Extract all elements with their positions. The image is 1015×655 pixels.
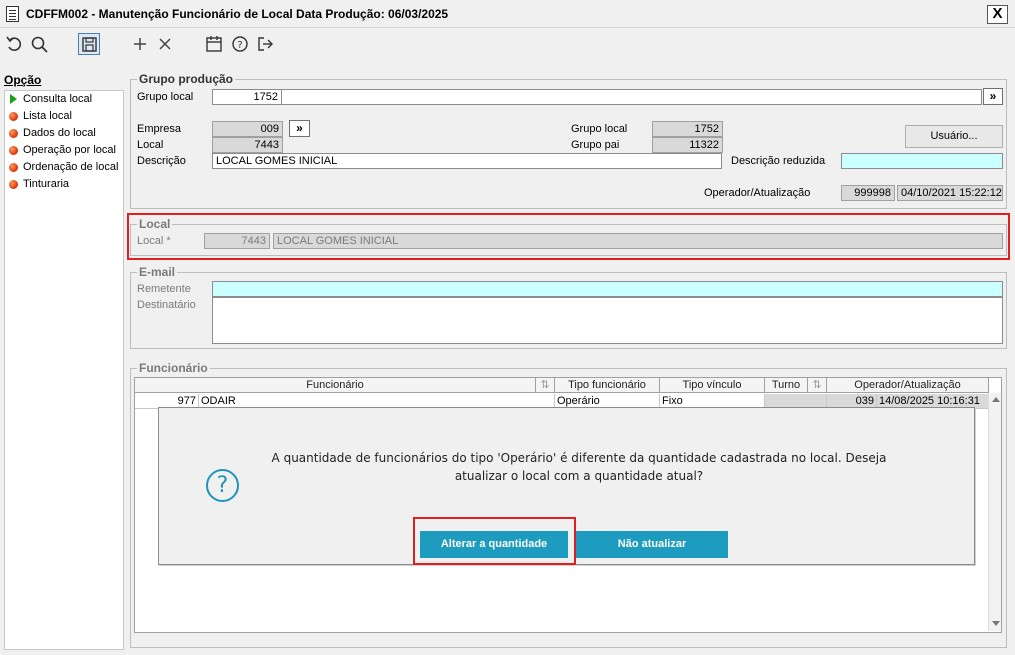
sidebar-item-tinturaria[interactable]: Tinturaria	[5, 176, 123, 193]
highlight-box-alterar	[413, 517, 576, 565]
column-header-funcionario[interactable]: Funcionário	[135, 378, 536, 393]
document-icon	[6, 6, 19, 22]
options-title: Opção	[4, 73, 42, 87]
column-header-operador-atualizacao[interactable]: Operador/Atualização	[827, 378, 989, 393]
empresa-field: 009	[212, 121, 283, 137]
scroll-down-icon[interactable]	[992, 621, 1000, 626]
grupo-local-lookup-button[interactable]: »	[983, 88, 1003, 105]
remetente-input[interactable]	[212, 281, 1003, 297]
remetente-label: Remetente	[137, 283, 191, 295]
sidebar-item-lista-local[interactable]: Lista local	[5, 108, 123, 125]
search-icon[interactable]	[29, 33, 51, 55]
descricao-reduzida-input[interactable]	[841, 153, 1003, 169]
exit-icon[interactable]	[254, 33, 276, 55]
destinatario-label: Destinatário	[137, 299, 196, 311]
bullet-icon	[9, 112, 18, 121]
save-icon[interactable]	[78, 33, 100, 55]
bullet-icon	[9, 180, 18, 189]
usuario-button[interactable]: Usuário...	[905, 125, 1003, 148]
grupo-local-2-label: Grupo local	[571, 123, 628, 135]
dialog-message-line-1: A quantidade de funcionários do tipo 'Op…	[271, 451, 887, 465]
operador-field: 999998	[841, 185, 895, 201]
group-producao-title: Grupo produção	[137, 72, 235, 86]
window-title: CDFFM002 - Manutenção Funcionário de Loc…	[26, 7, 449, 21]
sort-icon[interactable]: ⇅	[808, 378, 827, 393]
bullet-icon	[9, 129, 18, 138]
column-header-tipo-vinculo[interactable]: Tipo vínculo	[660, 378, 765, 393]
title-bar: CDFFM002 - Manutenção Funcionário de Loc…	[0, 0, 1015, 28]
descricao-input[interactable]: LOCAL GOMES INICIAL	[212, 153, 722, 169]
calendar-icon[interactable]	[203, 33, 225, 55]
grupo-local-description[interactable]	[282, 89, 982, 105]
bullet-icon	[9, 163, 18, 172]
scroll-up-icon[interactable]	[992, 397, 1000, 402]
grupo-local-2-field: 1752	[652, 121, 723, 137]
local-label: Local	[137, 139, 164, 151]
empresa-lookup-button[interactable]: »	[289, 120, 310, 137]
descricao-reduzida-label: Descrição reduzida	[731, 155, 826, 167]
nao-atualizar-button[interactable]: Não atualizar	[576, 531, 728, 558]
local-field: 7443	[212, 137, 283, 153]
close-window-button[interactable]: X	[987, 5, 1008, 24]
group-email-title: E-mail	[137, 265, 178, 279]
empresa-label: Empresa	[137, 123, 182, 135]
options-list: Consulta local Lista local Dados do loca…	[4, 90, 124, 650]
grupo-pai-label: Grupo pai	[571, 139, 620, 151]
grid-scrollbar[interactable]	[988, 393, 1001, 631]
group-funcionario-title: Funcionário	[137, 361, 210, 375]
sort-icon[interactable]: ⇅	[536, 378, 555, 393]
help-icon[interactable]: ?	[229, 33, 251, 55]
undo-icon[interactable]	[4, 33, 26, 55]
destinatario-textarea[interactable]	[212, 297, 1003, 344]
dialog-message: A quantidade de funcionários do tipo 'Op…	[254, 449, 904, 485]
operador-atualizacao-label: Operador/Atualização	[704, 187, 811, 199]
svg-text:?: ?	[237, 40, 242, 51]
question-icon: ?	[206, 469, 239, 502]
close-icon[interactable]	[154, 33, 176, 55]
bullet-icon	[9, 146, 18, 155]
grupo-local-label: Grupo local	[137, 91, 194, 103]
descricao-label: Descrição	[137, 155, 186, 167]
play-arrow-icon	[10, 94, 17, 104]
sidebar-item-operacao-por-local[interactable]: Operação por local	[5, 142, 123, 159]
sidebar-item-dados-do-local[interactable]: Dados do local	[5, 125, 123, 142]
sidebar-item-consulta-local[interactable]: Consulta local	[5, 91, 123, 108]
grupo-pai-field: 11322	[652, 137, 723, 153]
add-icon[interactable]	[129, 33, 151, 55]
sidebar-item-ordenacao-de-local[interactable]: Ordenação de local	[5, 159, 123, 176]
column-header-tipo-funcionario[interactable]: Tipo funcionário	[555, 378, 660, 393]
grupo-local-input[interactable]: 1752	[212, 89, 282, 105]
atualizacao-field: 04/10/2021 15:22:12	[897, 185, 1003, 201]
highlight-box-local	[127, 213, 1010, 260]
toolbar: ?	[0, 28, 1015, 60]
column-header-turno[interactable]: Turno	[765, 378, 808, 393]
dialog-message-line-2: atualizar o local com a quantidade atual…	[454, 469, 704, 483]
